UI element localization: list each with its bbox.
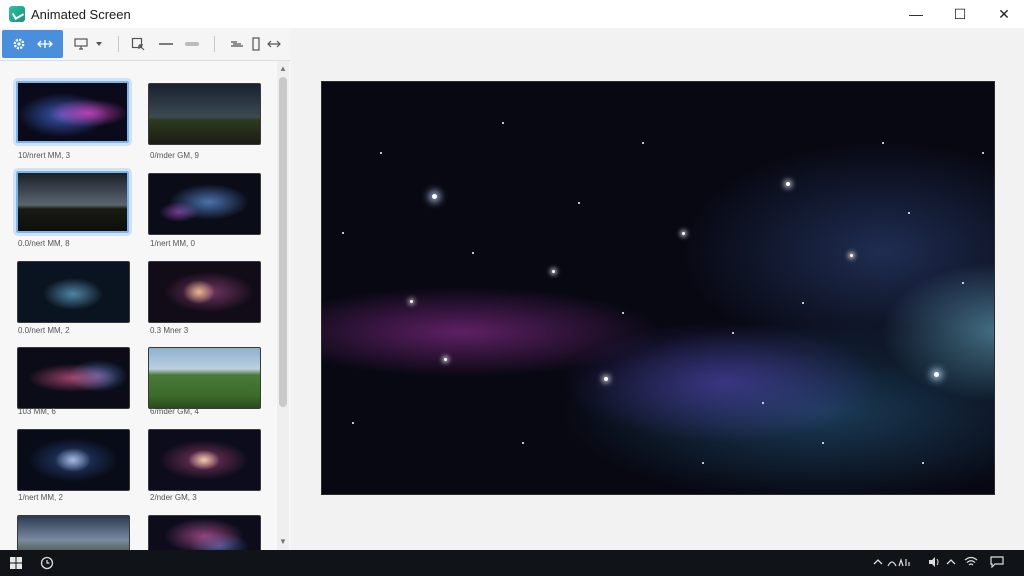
star <box>786 182 790 186</box>
thumbnail-caption: 0.0/nert MM, 2 <box>18 326 70 335</box>
star <box>934 372 939 377</box>
wallpaper-thumbnail[interactable] <box>16 81 129 143</box>
chevron-up-icon[interactable] <box>946 556 956 568</box>
star <box>380 152 382 154</box>
star <box>908 212 910 214</box>
wallpaper-thumbnail[interactable] <box>16 171 129 233</box>
line-button[interactable] <box>158 34 174 54</box>
star <box>604 377 608 381</box>
width-icon <box>231 41 243 47</box>
wallpaper-thumbnail[interactable] <box>17 429 130 491</box>
toolbar <box>0 28 290 61</box>
monitor-icon <box>74 38 88 50</box>
star <box>432 194 437 199</box>
wallpaper-thumbnail[interactable] <box>148 347 261 409</box>
volume-icon[interactable] <box>928 556 940 568</box>
bar-icon <box>185 42 199 46</box>
width-button[interactable] <box>230 34 244 54</box>
star <box>850 254 853 257</box>
window-title: Animated Screen <box>31 6 131 22</box>
expand-arrows-icon <box>36 40 53 48</box>
bar-button[interactable] <box>184 34 200 54</box>
thumbnail-caption: 1/nert MM, 0 <box>150 239 195 248</box>
windows-start-icon[interactable] <box>10 557 22 569</box>
taskbar <box>0 550 1024 576</box>
close-button[interactable]: ✕ <box>982 0 1024 28</box>
wallpaper-thumbnail[interactable] <box>148 429 261 491</box>
star <box>682 232 685 235</box>
wallpaper-thumbnail[interactable] <box>17 347 130 409</box>
thumbnail-caption: 103 MM, 6 <box>18 407 56 416</box>
scrollbar-thumb[interactable] <box>279 77 287 407</box>
select-region-button[interactable] <box>131 34 145 54</box>
star <box>578 202 580 204</box>
wifi-icon[interactable] <box>964 556 978 568</box>
thumbnail-caption: 0/mder GM, 9 <box>150 151 199 160</box>
maximize-button[interactable]: ☐ <box>938 0 982 28</box>
wallpaper-thumbnail[interactable] <box>148 173 261 235</box>
star <box>822 442 824 444</box>
task-view-icon[interactable] <box>40 556 54 570</box>
notifications-icon[interactable] <box>990 556 1004 568</box>
app-icon <box>9 6 25 22</box>
wallpaper-thumbnail[interactable] <box>17 261 130 323</box>
star <box>962 282 964 284</box>
wallpaper-thumbnail[interactable] <box>148 515 261 550</box>
star <box>762 402 764 404</box>
monitor-dropdown[interactable] <box>74 34 104 54</box>
star <box>642 142 644 144</box>
chevron-up-icon[interactable] <box>873 556 883 568</box>
star <box>982 152 984 154</box>
toolbar-divider <box>214 36 215 52</box>
star <box>342 232 344 234</box>
thumbnail-caption: 1/nert MM, 2 <box>18 493 63 502</box>
thumbnail-caption: 0.0/nert MM, 8 <box>18 239 70 248</box>
star <box>502 122 504 124</box>
star <box>882 142 884 144</box>
star <box>622 312 624 314</box>
thumbnail-caption: 10/nrert MM, 3 <box>18 151 71 160</box>
star <box>522 442 524 444</box>
star <box>802 302 804 304</box>
star <box>702 462 704 464</box>
swap-arrows-icon <box>267 40 281 48</box>
star <box>732 332 734 334</box>
star <box>444 358 447 361</box>
thumbnail-caption: 6/mder GM, 4 <box>150 407 199 416</box>
minimize-button[interactable]: — <box>894 0 938 28</box>
portrait-icon <box>252 37 260 51</box>
select-region-icon <box>131 37 145 51</box>
wallpaper-thumbnail[interactable] <box>148 261 261 323</box>
gear-icon <box>13 38 25 50</box>
thumbnail-caption: 2/nder GM, 3 <box>150 493 197 502</box>
star <box>552 270 555 273</box>
wallpaper-thumbnail[interactable] <box>17 515 130 550</box>
chevron-down-icon <box>96 42 102 46</box>
star <box>472 252 474 254</box>
scroll-up-button[interactable]: ▲ <box>277 63 289 75</box>
scroll-down-button[interactable]: ▼ <box>277 536 289 548</box>
wallpaper-preview <box>321 81 995 495</box>
swap-button[interactable] <box>267 34 281 54</box>
star <box>922 462 924 464</box>
portrait-button[interactable] <box>251 34 261 54</box>
thumbnail-caption: 0.3 Mner 3 <box>150 326 189 335</box>
star <box>352 422 354 424</box>
line-icon <box>159 43 173 45</box>
title-bar: Animated Screen — ☐ ✕ <box>0 0 1024 28</box>
wallpaper-thumbnail[interactable] <box>148 83 261 145</box>
star <box>410 300 413 303</box>
tray-status-icons[interactable] <box>886 556 912 568</box>
toolbar-divider <box>118 36 119 52</box>
settings-button[interactable] <box>2 30 63 58</box>
wallpaper-list[interactable]: 10/nrert MM, 3 0/mder GM, 9 0.0/nert MM,… <box>0 61 290 550</box>
